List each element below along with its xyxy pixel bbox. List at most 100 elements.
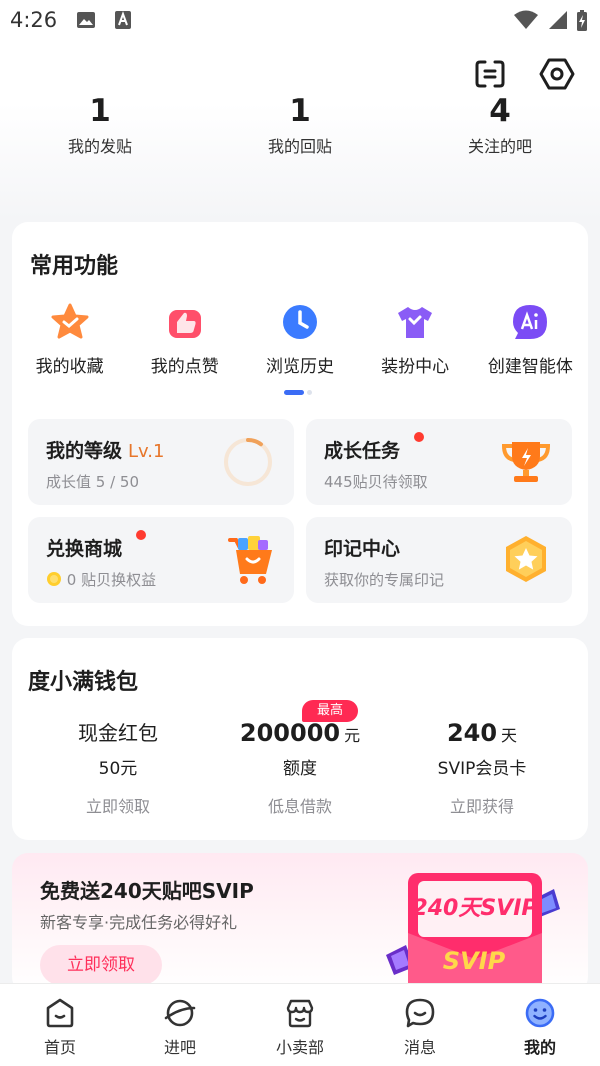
tab-messages[interactable]: 消息 <box>360 984 480 1066</box>
tab-mine[interactable]: 我的 <box>480 984 600 1066</box>
stat-my-replies[interactable]: 1 我的回贴 <box>200 93 400 157</box>
stat-label: 我的发贴 <box>67 137 132 156</box>
growth-task-tile[interactable]: 成长任务 445贴贝待领取 <box>306 419 572 505</box>
tab-label: 消息 <box>403 1038 436 1057</box>
tab-label: 进吧 <box>163 1038 196 1057</box>
page-dot-active <box>284 390 304 395</box>
bottom-tab-bar: 首页 进吧 小卖部 消息 我的 <box>0 983 600 1066</box>
level-progress-ring <box>224 438 272 486</box>
tile-subtitle: 获取你的专属印记 <box>324 571 445 589</box>
growth-value: 成长值 5 / 50 <box>46 473 139 491</box>
claim-now-button[interactable]: 立即领取 <box>40 945 162 985</box>
section-title: 常用功能 <box>30 254 119 279</box>
stat-label: 我的回贴 <box>267 137 332 156</box>
stat-count: 4 <box>489 93 511 129</box>
wallet-item-amount: 200000 元 <box>210 718 390 748</box>
func-label: 装扮中心 <box>381 357 450 377</box>
mark-center-tile[interactable]: 印记中心 获取你的专属印记 <box>306 517 572 603</box>
function-list: 我的收藏 我的点赞 浏览历史 装扮中心 创建智能体 <box>12 302 588 377</box>
thumbs-up-icon <box>168 310 201 338</box>
notification-dot <box>136 530 146 540</box>
promo-title: 免费送240天贴吧SVIP <box>40 879 254 903</box>
amount-value: 200000 <box>239 719 341 747</box>
func-favorites[interactable]: 我的收藏 <box>12 302 127 377</box>
promo-subtitle: 新客专享·完成任务必得好礼 <box>40 913 238 932</box>
tshirt-icon <box>398 307 433 338</box>
stat-count: 1 <box>289 93 311 129</box>
wallet-cash-redpacket[interactable]: 现金红包 50元 立即领取 <box>28 718 208 817</box>
clock-icon <box>282 305 317 339</box>
stat-label: 关注的吧 <box>467 137 532 156</box>
wallet-item-title: 现金红包 <box>78 721 158 745</box>
func-label: 我的点赞 <box>150 357 219 377</box>
wallet-item-action: 低息借款 <box>267 797 332 816</box>
common-functions-card: 常用功能 我的收藏 我的点赞 浏览历史 装扮中心 创建智能体 我的等级 Lv.1… <box>12 222 588 626</box>
wallet-svip-card[interactable]: 240 天 SVIP会员卡 立即获得 <box>392 718 572 817</box>
wallet-item-action: 立即获得 <box>449 797 514 816</box>
func-label: 浏览历史 <box>265 357 334 377</box>
func-dressup[interactable]: 装扮中心 <box>358 302 473 377</box>
amount-value: 240 <box>446 719 498 747</box>
wallet-credit-limit[interactable]: 200000 元 额度 低息借款 <box>210 718 390 817</box>
image-notification-icon <box>77 12 95 28</box>
level-title: 我的等级 <box>46 440 123 462</box>
tile-title: 兑换商城 <box>46 538 123 560</box>
cell-signal-icon <box>549 11 567 29</box>
stats-row: 1 我的发贴 1 我的回贴 4 关注的吧 <box>0 93 600 157</box>
func-label: 我的收藏 <box>35 357 104 377</box>
stat-count: 1 <box>89 93 111 129</box>
section-title: 度小满钱包 <box>28 670 139 695</box>
notification-dot <box>414 432 424 442</box>
func-create-agent[interactable]: 创建智能体 <box>473 302 588 377</box>
battery-icon <box>577 10 587 31</box>
scan-icon[interactable] <box>472 56 508 92</box>
page-indicator <box>284 390 324 395</box>
func-label: 创建智能体 <box>487 357 573 377</box>
shop-icon <box>286 999 314 1028</box>
page-dot <box>307 390 312 395</box>
settings-icon[interactable] <box>539 56 575 92</box>
status-bar: 4:26 <box>0 0 600 40</box>
svip-card-illustration: 240天SVIP SVIP <box>386 873 560 993</box>
planet-icon <box>164 999 196 1027</box>
ai-chat-icon <box>513 305 548 339</box>
tab-shop[interactable]: 小卖部 <box>240 984 360 1066</box>
wallet-item-action: 立即领取 <box>85 797 150 816</box>
highest-badge: 最高 <box>302 700 358 722</box>
coin-text: 0 贴贝换权益 <box>66 571 157 589</box>
svip-promo-banner[interactable]: 免费送240天贴吧SVIP 新客专享·完成任务必得好礼 立即领取 240天SVI… <box>12 853 588 993</box>
my-level-tile[interactable]: 我的等级 Lv.1 成长值 5 / 50 <box>28 419 294 505</box>
a-notification-icon <box>115 11 131 29</box>
exchange-mall-tile[interactable]: 兑换商城 0 贴贝换权益 <box>28 517 294 603</box>
tab-label: 我的 <box>523 1038 556 1057</box>
status-time: 4:26 <box>10 8 58 32</box>
wifi-icon <box>514 10 538 29</box>
wallet-item-value: 50元 <box>98 759 138 779</box>
stat-my-posts[interactable]: 1 我的发贴 <box>0 93 200 157</box>
tab-enter-bar[interactable]: 进吧 <box>120 984 240 1066</box>
tab-home[interactable]: 首页 <box>0 984 120 1066</box>
smiley-icon <box>525 998 555 1028</box>
amount-unit: 元 <box>344 726 361 745</box>
amount-unit: 天 <box>501 726 518 745</box>
func-history[interactable]: 浏览历史 <box>242 302 357 377</box>
home-icon <box>46 998 74 1028</box>
wallet-item-value: SVIP会员卡 <box>437 759 527 779</box>
tile-subtitle: 0 贴贝换权益 <box>46 569 156 590</box>
wallet-item-amount: 240 天 <box>392 718 572 748</box>
func-likes[interactable]: 我的点赞 <box>127 302 242 377</box>
wallet-item-value: 额度 <box>283 759 317 779</box>
wallet-card: 度小满钱包 现金红包 50元 立即领取 200000 元 额度 低息借款 240 天… <box>12 638 588 840</box>
stat-followed-bars[interactable]: 4 关注的吧 <box>400 93 600 157</box>
shopping-cart-icon <box>228 536 272 584</box>
svip-logo: SVIP <box>443 947 506 975</box>
trophy-icon <box>501 442 551 482</box>
tile-title: 印记中心 <box>324 538 401 560</box>
coin-icon <box>47 572 61 586</box>
tab-label: 小卖部 <box>275 1038 324 1057</box>
message-icon <box>405 998 435 1028</box>
level-value: Lv.1 <box>128 441 165 462</box>
tile-title: 成长任务 <box>324 440 401 462</box>
star-icon <box>51 303 89 339</box>
tile-title: 我的等级 Lv.1 <box>46 436 164 463</box>
